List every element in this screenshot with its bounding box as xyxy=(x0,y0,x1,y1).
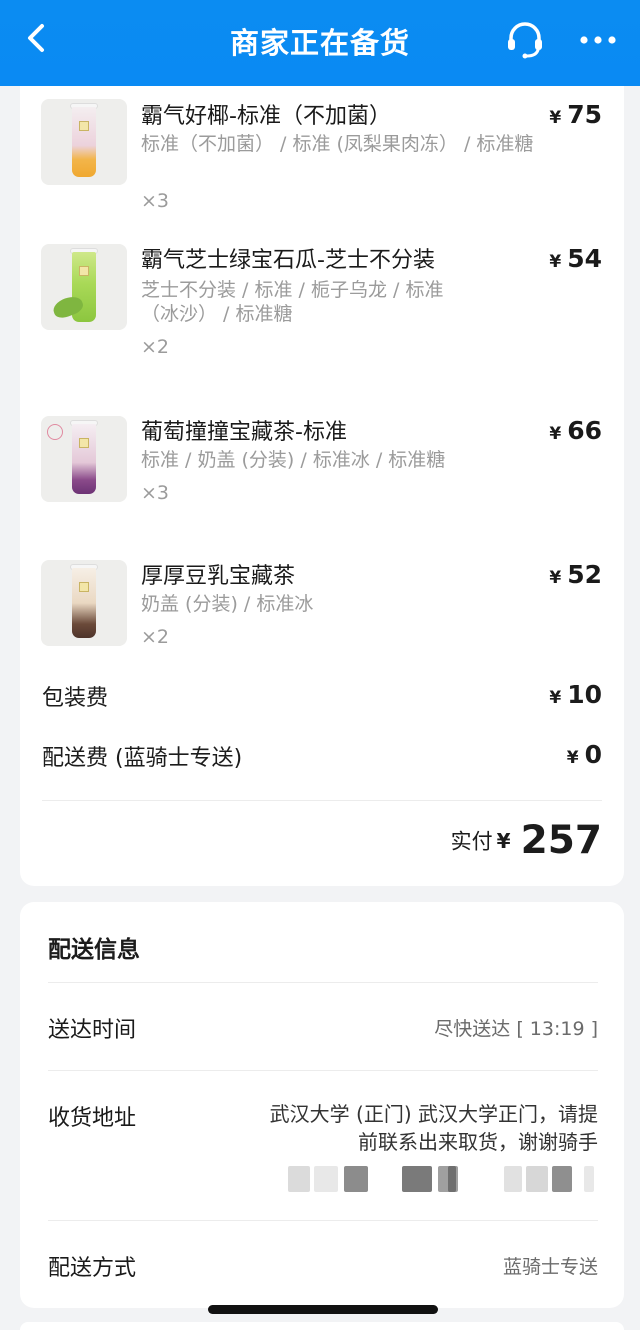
order-item[interactable]: 葡萄撞撞宝藏茶-标准 标准 / 奶盖 (分装) / 标准冰 / 标准糖 ×3 ¥… xyxy=(20,404,624,544)
delivery-time-value: 尽快送达 [ 13:19 ] xyxy=(434,1018,598,1040)
item-price-value: 54 xyxy=(567,244,602,273)
total-label: 实付 xyxy=(450,829,493,854)
item-name: 厚厚豆乳宝藏茶 xyxy=(141,564,296,589)
next-card-edge xyxy=(20,1322,624,1330)
item-quantity: ×3 xyxy=(141,482,170,504)
product-image xyxy=(41,99,127,185)
divider xyxy=(48,1220,598,1221)
order-summary-card: 霸气好椰-标准（不加菌） 标准（不加菌） / 标准 (凤梨果肉冻） / 标准糖 … xyxy=(20,86,624,886)
delivery-method-value: 蓝骑士专送 xyxy=(502,1256,598,1278)
item-spec: 奶盖 (分装) / 标准冰 xyxy=(141,593,314,615)
currency-symbol: ¥ xyxy=(549,688,562,708)
item-name: 葡萄撞撞宝藏茶-标准 xyxy=(141,420,347,445)
delivery-fee-amount: 0 xyxy=(584,740,602,769)
divider xyxy=(48,1070,598,1071)
more-dots-icon[interactable] xyxy=(576,20,620,60)
nav-header: 商家正在备货 xyxy=(0,0,640,86)
currency-symbol: ¥ xyxy=(549,108,562,128)
address-line: 前联系出来取货，谢谢骑手 xyxy=(358,1130,598,1154)
address-label: 收货地址 xyxy=(48,1106,137,1131)
total-paid: 实付 ¥257 xyxy=(451,818,602,863)
item-quantity: ×3 xyxy=(141,190,170,212)
currency-symbol: ¥ xyxy=(549,568,562,588)
delivery-time-row: 送达时间 尽快送达 [ 13:19 ] xyxy=(48,1012,598,1052)
order-item[interactable]: 厚厚豆乳宝藏茶 奶盖 (分装) / 标准冰 ×2 ¥52 xyxy=(20,548,624,688)
address-line: 武汉大学 (正门) 武汉大学正门，请提 xyxy=(269,1102,598,1126)
item-name: 霸气好椰-标准（不加菌） xyxy=(141,104,391,129)
address-value: 武汉大学 (正门) 武汉大学正门，请提 前联系出来取货，谢谢骑手 xyxy=(218,1100,598,1156)
delivery-fee-label: 配送费 (蓝骑士专送) xyxy=(42,746,243,771)
delivery-fee-value: ¥0 xyxy=(567,740,602,769)
item-name: 霸气芝士绿宝石瓜-芝士不分装 xyxy=(141,248,435,273)
section-title: 配送信息 xyxy=(48,937,140,963)
packaging-fee-row: 包装费 ¥10 xyxy=(42,680,602,712)
packaging-fee-label: 包装费 xyxy=(42,686,109,711)
order-item[interactable]: 霸气芝士绿宝石瓜-芝士不分装 芝士不分装 / 标准 / 栀子乌龙 / 标准（冰沙… xyxy=(20,232,624,372)
item-quantity: ×2 xyxy=(141,336,170,358)
item-spec: 标准（不加菌） / 标准 (凤梨果肉冻） / 标准糖 xyxy=(141,133,534,155)
currency-symbol: ¥ xyxy=(566,748,579,768)
divider xyxy=(48,982,598,983)
packaging-fee-value: ¥10 xyxy=(549,680,602,709)
total-amount: 257 xyxy=(520,818,602,863)
order-item[interactable]: 霸气好椰-标准（不加菌） 标准（不加菌） / 标准 (凤梨果肉冻） / 标准糖 … xyxy=(20,86,624,226)
delivery-time-label: 送达时间 xyxy=(48,1018,137,1043)
delivery-method-row: 配送方式 蓝骑士专送 xyxy=(48,1250,598,1290)
headset-icon[interactable] xyxy=(502,16,548,62)
item-price-value: 52 xyxy=(567,560,602,589)
item-price: ¥66 xyxy=(549,416,602,445)
delivery-fee-row: 配送费 (蓝骑士专送) ¥0 xyxy=(42,740,602,772)
item-price: ¥54 xyxy=(549,244,602,273)
product-image xyxy=(41,244,127,330)
currency-symbol: ¥ xyxy=(496,828,511,853)
home-indicator[interactable] xyxy=(208,1305,438,1314)
packaging-fee-amount: 10 xyxy=(567,680,602,709)
delivery-method-label: 配送方式 xyxy=(48,1256,137,1281)
item-spec: 标准 / 奶盖 (分装) / 标准冰 / 标准糖 xyxy=(141,449,446,471)
address-row[interactable]: 收货地址 武汉大学 (正门) 武汉大学正门，请提 前联系出来取货，谢谢骑手 xyxy=(48,1100,598,1200)
redacted-contact xyxy=(288,1166,598,1192)
product-image xyxy=(41,416,127,502)
divider xyxy=(42,800,602,801)
product-image xyxy=(41,560,127,646)
item-price: ¥75 xyxy=(549,100,602,129)
item-spec: 芝士不分装 / 标准 / 栀子乌龙 / 标准（冰沙） / 标准糖 xyxy=(141,279,444,325)
item-price: ¥52 xyxy=(549,560,602,589)
currency-symbol: ¥ xyxy=(549,424,562,444)
item-price-value: 75 xyxy=(567,100,602,129)
item-quantity: ×2 xyxy=(141,626,170,648)
item-price-value: 66 xyxy=(567,416,602,445)
delivery-info-card: 配送信息 送达时间 尽快送达 [ 13:19 ] 收货地址 武汉大学 (正门) … xyxy=(20,902,624,1308)
currency-symbol: ¥ xyxy=(549,252,562,272)
